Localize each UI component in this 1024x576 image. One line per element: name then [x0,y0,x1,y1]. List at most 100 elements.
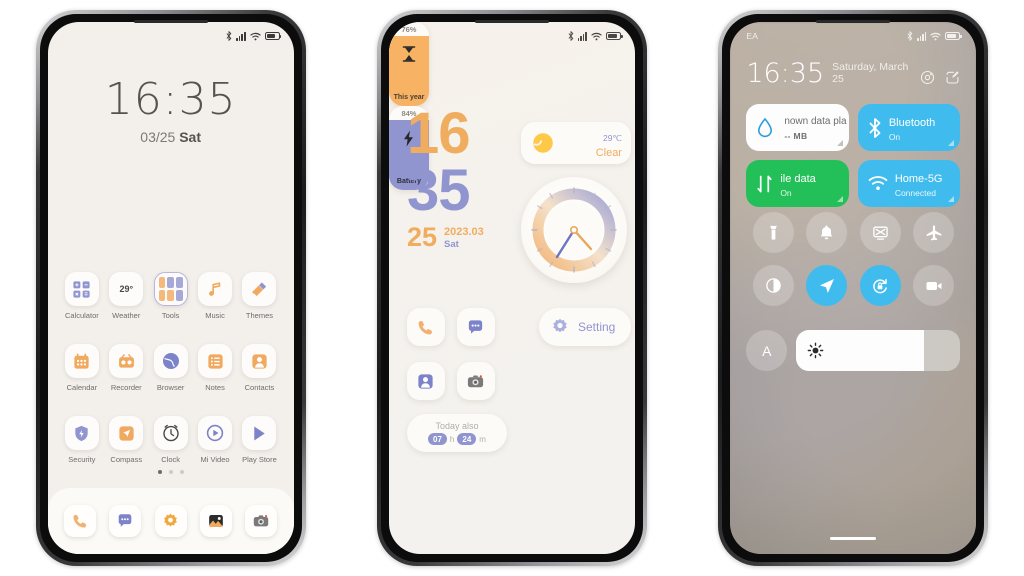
app-themes[interactable]: Themes [237,272,281,320]
weather-temp: 29° [119,284,134,294]
ringtone-toggle[interactable] [806,212,848,253]
setting-widget[interactable]: Setting [538,308,631,346]
app-compass[interactable]: Compass [104,416,148,464]
app-contacts[interactable]: Contacts [237,344,281,392]
location-toggle[interactable] [806,265,848,306]
page-indicator[interactable] [48,470,294,474]
phone-bezel: EA 16:35 Saturday, March 25 nown data pl… [718,10,989,566]
analog-clock-widget[interactable] [520,177,627,283]
camera-icon [468,374,484,387]
dock-settings-app[interactable] [154,505,187,537]
signal-icon [916,31,927,41]
brightness-slider[interactable] [796,330,961,371]
carrier-label: EA [746,31,759,41]
edit-icon [946,71,959,84]
app-weather[interactable]: 29° Weather [104,272,148,320]
calculator-icon [64,272,99,306]
messages-shortcut[interactable] [456,308,495,346]
dock-camera-app[interactable] [245,505,277,537]
cc-date: Saturday, March 25 [832,61,909,85]
auto-brightness-button[interactable]: A [746,330,788,371]
contacts-shortcut[interactable] [406,362,445,400]
app-label: Music [205,311,225,320]
bluetooth-tile[interactable]: Bluetooth On [857,104,961,151]
expand-corner-icon[interactable] [836,196,843,202]
home-indicator[interactable] [830,536,877,540]
signal-icon [577,31,587,41]
weather-icon: 29° [109,272,144,306]
weather-widget[interactable]: 29℃ Clear [520,122,631,164]
settings-button[interactable] [920,70,935,85]
today-title: Today also [435,421,479,431]
compass-icon [109,416,144,450]
airplane-icon [926,224,941,240]
screen-recorder-toggle[interactable] [913,265,955,306]
cast-off-icon [872,226,888,240]
data-drop-icon [756,117,774,139]
weather-temperature: 29℃ [602,132,622,143]
phone-shortcut[interactable] [406,308,445,346]
airplane-mode-toggle[interactable] [913,212,955,253]
flashlight-toggle[interactable] [752,212,794,253]
quick-setting-tiles: nown data pla -- MB Bluetooth On ile dat… [746,104,961,207]
tile-title: ile data [780,172,816,185]
app-notes[interactable]: Notes [193,344,237,392]
wifi-icon [868,175,888,192]
dock-phone-app[interactable] [64,505,97,537]
app-label: Mi Video [200,455,230,464]
wifi-tile[interactable]: Home-5G Connected [857,160,961,207]
mobile-data-tile[interactable]: ile data On [746,160,849,207]
app-grid-row-3: Security Compass Clock Mi Video Play Sto… [60,416,282,464]
phone-bezel: 16:35 03/25 Sat Calculator 29° Weather T… [35,10,306,566]
camera-shortcut[interactable] [456,362,495,400]
camcorder-icon [926,281,942,290]
today-hours-unit: h [449,434,455,444]
app-music[interactable]: Music [193,272,237,320]
auto-rotate-toggle[interactable] [859,265,901,306]
app-label: Calculator [64,311,99,320]
brightness-icon [807,342,824,359]
app-mi-video[interactable]: Mi Video [193,416,237,464]
today-minutes: 24 [457,433,477,445]
dark-mode-toggle[interactable] [752,265,794,306]
contrast-icon [765,278,781,293]
data-arrows-icon [756,174,773,194]
notes-icon [198,344,233,378]
page-dot-2[interactable] [168,470,173,474]
dock-messages-app[interactable] [109,505,142,537]
bluetooth-icon [868,117,882,139]
control-center-header: 16:35 Saturday, March 25 [746,60,960,87]
today-widget[interactable]: Today also 07 h 24 m [406,414,507,452]
dock-gallery-app[interactable] [199,505,232,537]
data-plan-tile[interactable]: nown data pla -- MB [746,104,849,151]
gear-icon [553,318,567,333]
app-recorder[interactable]: Recorder [104,344,148,392]
app-security[interactable]: Security [60,416,104,464]
expand-corner-icon[interactable] [948,140,955,146]
status-bar [48,27,294,45]
app-play-store[interactable]: Play Store [237,416,281,464]
signal-icon [236,31,246,41]
app-label: Security [68,455,96,464]
control-center-panel: EA 16:35 Saturday, March 25 nown data pl… [730,22,976,554]
expand-corner-icon[interactable] [948,196,955,202]
dock [47,488,294,554]
big-clock-widget[interactable]: 16 35 25 2023.03 Sat [407,104,484,251]
app-calendar[interactable]: Calendar [60,344,104,392]
app-clock[interactable]: Clock [148,416,192,464]
cc-time: 16:35 [746,58,825,89]
app-grid-row-1: Calculator 29° Weather Tools Music Theme… [60,272,282,320]
app-tools-folder[interactable]: Tools [148,272,192,320]
page-dot-1[interactable] [157,470,162,474]
edit-button[interactable] [945,70,960,85]
phone-bezel-inner: EA 16:35 Saturday, March 25 nown data pl… [722,14,985,562]
app-calculator[interactable]: Calculator [60,272,104,320]
play-store-icon [242,416,277,450]
expand-corner-icon[interactable] [836,140,843,146]
page-dot-3[interactable] [179,470,184,474]
cast-toggle[interactable] [859,212,901,253]
location-icon [819,278,834,293]
sun-icon [530,130,556,156]
app-browser[interactable]: Browser [148,344,192,392]
tile-title: Bluetooth [888,116,936,129]
